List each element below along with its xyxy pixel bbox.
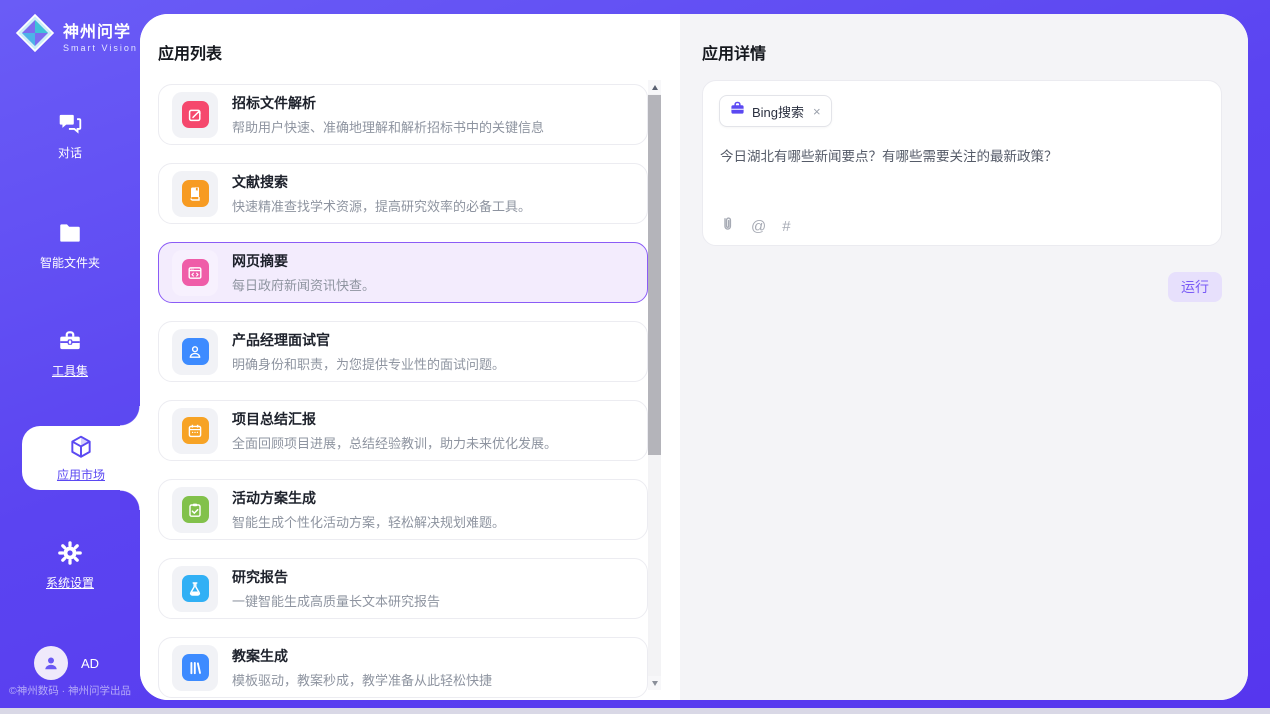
tool-tag-label: Bing搜索: [752, 102, 804, 121]
brand-logo: 神州问学 Smart Vision: [14, 12, 138, 59]
sidebar-item-chat[interactable]: 对话: [0, 110, 140, 161]
composer-toolbar: @ #: [719, 215, 791, 237]
app-card-title: 项目总结汇报: [232, 409, 557, 429]
bottom-edge-strip: [0, 708, 1270, 714]
research-icon: [182, 575, 209, 602]
app-card-title: 网页摘要: [232, 251, 375, 271]
active-tab-top-fillet: [120, 406, 140, 426]
sidebar-item-label: 系统设置: [46, 574, 94, 591]
books-icon: [182, 654, 209, 681]
copyright-footer: ©神州数码 · 神州问学出品: [0, 683, 140, 698]
triangle-down-icon: [652, 681, 658, 686]
scroll-down-button[interactable]: [648, 676, 661, 690]
hash-icon[interactable]: #: [782, 219, 790, 234]
app-card-description: 全面回顾项目进展，总结经验教训，助力未来优化发展。: [232, 433, 557, 452]
triangle-up-icon: [652, 85, 658, 90]
app-card-icon-container: [172, 487, 218, 533]
app-card-list: 招标文件解析 帮助用户快速、准确地理解和解析招标书中的关键信息 文献搜索 快速精…: [158, 84, 648, 698]
app-card[interactable]: 招标文件解析 帮助用户快速、准确地理解和解析招标书中的关键信息: [158, 84, 648, 145]
app-card-title: 教案生成: [232, 646, 492, 666]
app-detail-title: 应用详情: [702, 40, 766, 64]
app-card-icon-container: [172, 408, 218, 454]
toolbox-icon: [57, 328, 83, 354]
sidebar-item-label: 智能文件夹: [40, 254, 100, 271]
paperclip-icon[interactable]: [719, 215, 735, 237]
app-card-description: 明确身份和职责，为您提供专业性的面试问题。: [232, 354, 505, 373]
prompt-card[interactable]: Bing搜索 × 今日湖北有哪些新闻要点？有哪些需要关注的最新政策？ @ #: [702, 80, 1222, 246]
app-root: { "sidebar": { "logo": { "title": "神州问学"…: [0, 0, 1270, 714]
app-card-description: 模板驱动，教案秒成，教学准备从此轻松快捷: [232, 670, 492, 689]
prompt-text[interactable]: 今日湖北有哪些新闻要点？有哪些需要关注的最新政策？: [720, 147, 1206, 167]
app-card-title: 文献搜索: [232, 172, 531, 192]
gear-icon: [57, 540, 83, 566]
sidebar-item-app-market[interactable]: 应用市场: [22, 426, 140, 490]
app-card[interactable]: 项目总结汇报 全面回顾项目进展，总结经验教训，助力未来优化发展。: [158, 400, 648, 461]
scrollbar-thumb[interactable]: [648, 95, 661, 455]
sidebar-item-label: 工具集: [52, 362, 88, 379]
app-card[interactable]: 活动方案生成 智能生成个性化活动方案，轻松解决规划难题。: [158, 479, 648, 540]
avatar[interactable]: [34, 646, 68, 680]
active-tab-bottom-fillet: [120, 490, 140, 510]
app-card[interactable]: 文献搜索 快速精准查找学术资源，提高研究效率的必备工具。: [158, 163, 648, 224]
run-button[interactable]: 运行: [1168, 272, 1222, 302]
sidebar-item-label: 应用市场: [57, 466, 105, 483]
calendar-icon: [182, 417, 209, 444]
app-card-description: 帮助用户快速、准确地理解和解析招标书中的关键信息: [232, 117, 544, 136]
app-card-icon-container: [172, 171, 218, 217]
app-card-icon-container: [172, 566, 218, 612]
main-content: 应用列表 招标文件解析 帮助用户快速、准确地理解和解析招标书中的关键信息 文献搜…: [140, 14, 1248, 700]
app-detail-panel: 应用详情 Bing搜索 × 今日湖北有哪些新闻要点？有哪些需要关注的最新政策？: [680, 14, 1248, 700]
mention-icon[interactable]: @: [751, 219, 766, 234]
edit-doc-icon: [182, 101, 209, 128]
brand-diamond-icon: [14, 12, 56, 59]
chat-icon: [57, 110, 83, 136]
folder-icon: [57, 220, 83, 246]
clipboard-check-icon: [182, 496, 209, 523]
book-icon: [182, 180, 209, 207]
sidebar: 神州问学 Smart Vision 对话 智能文件夹 工具集 应用市场 系统设置…: [0, 0, 140, 708]
app-card-description: 快速精准查找学术资源，提高研究效率的必备工具。: [232, 196, 531, 215]
app-list-title: 应用列表: [158, 40, 222, 64]
app-card[interactable]: 产品经理面试官 明确身份和职责，为您提供专业性的面试问题。: [158, 321, 648, 382]
app-card-description: 智能生成个性化活动方案，轻松解决规划难题。: [232, 512, 505, 531]
app-card-title: 产品经理面试官: [232, 330, 505, 350]
tool-tag-bing-search[interactable]: Bing搜索 ×: [719, 95, 832, 127]
webpage-icon: [182, 259, 209, 286]
sidebar-item-toolset[interactable]: 工具集: [0, 328, 140, 379]
app-card[interactable]: 研究报告 一键智能生成高质量长文本研究报告: [158, 558, 648, 619]
brand-subtitle: Smart Vision: [63, 43, 138, 53]
app-card-icon-container: [172, 329, 218, 375]
scroll-up-button[interactable]: [648, 80, 661, 94]
sidebar-item-system-settings[interactable]: 系统设置: [0, 540, 140, 591]
app-card-icon-container: [172, 645, 218, 691]
app-card-title: 招标文件解析: [232, 93, 544, 113]
tag-close-icon[interactable]: ×: [813, 104, 821, 119]
app-card-icon-container: [172, 250, 218, 296]
interviewer-icon: [182, 338, 209, 365]
app-card-title: 研究报告: [232, 567, 440, 587]
app-card-icon-container: [172, 92, 218, 138]
user-name: AD: [81, 656, 99, 671]
app-card-title: 活动方案生成: [232, 488, 505, 508]
sidebar-item-smart-folder[interactable]: 智能文件夹: [0, 220, 140, 271]
app-list-panel: 应用列表 招标文件解析 帮助用户快速、准确地理解和解析招标书中的关键信息 文献搜…: [140, 14, 680, 700]
app-card[interactable]: 网页摘要 每日政府新闻资讯快查。: [158, 242, 648, 303]
cube-icon: [68, 434, 94, 460]
briefcase-icon: [730, 101, 745, 121]
sidebar-item-label: 对话: [58, 144, 82, 161]
brand-title: 神州问学: [63, 18, 138, 42]
list-scrollbar[interactable]: [648, 80, 661, 690]
app-card-description: 一键智能生成高质量长文本研究报告: [232, 591, 440, 610]
app-card-description: 每日政府新闻资讯快查。: [232, 275, 375, 294]
user-profile[interactable]: AD: [34, 646, 99, 680]
app-card[interactable]: 教案生成 模板驱动，教案秒成，教学准备从此轻松快捷: [158, 637, 648, 698]
